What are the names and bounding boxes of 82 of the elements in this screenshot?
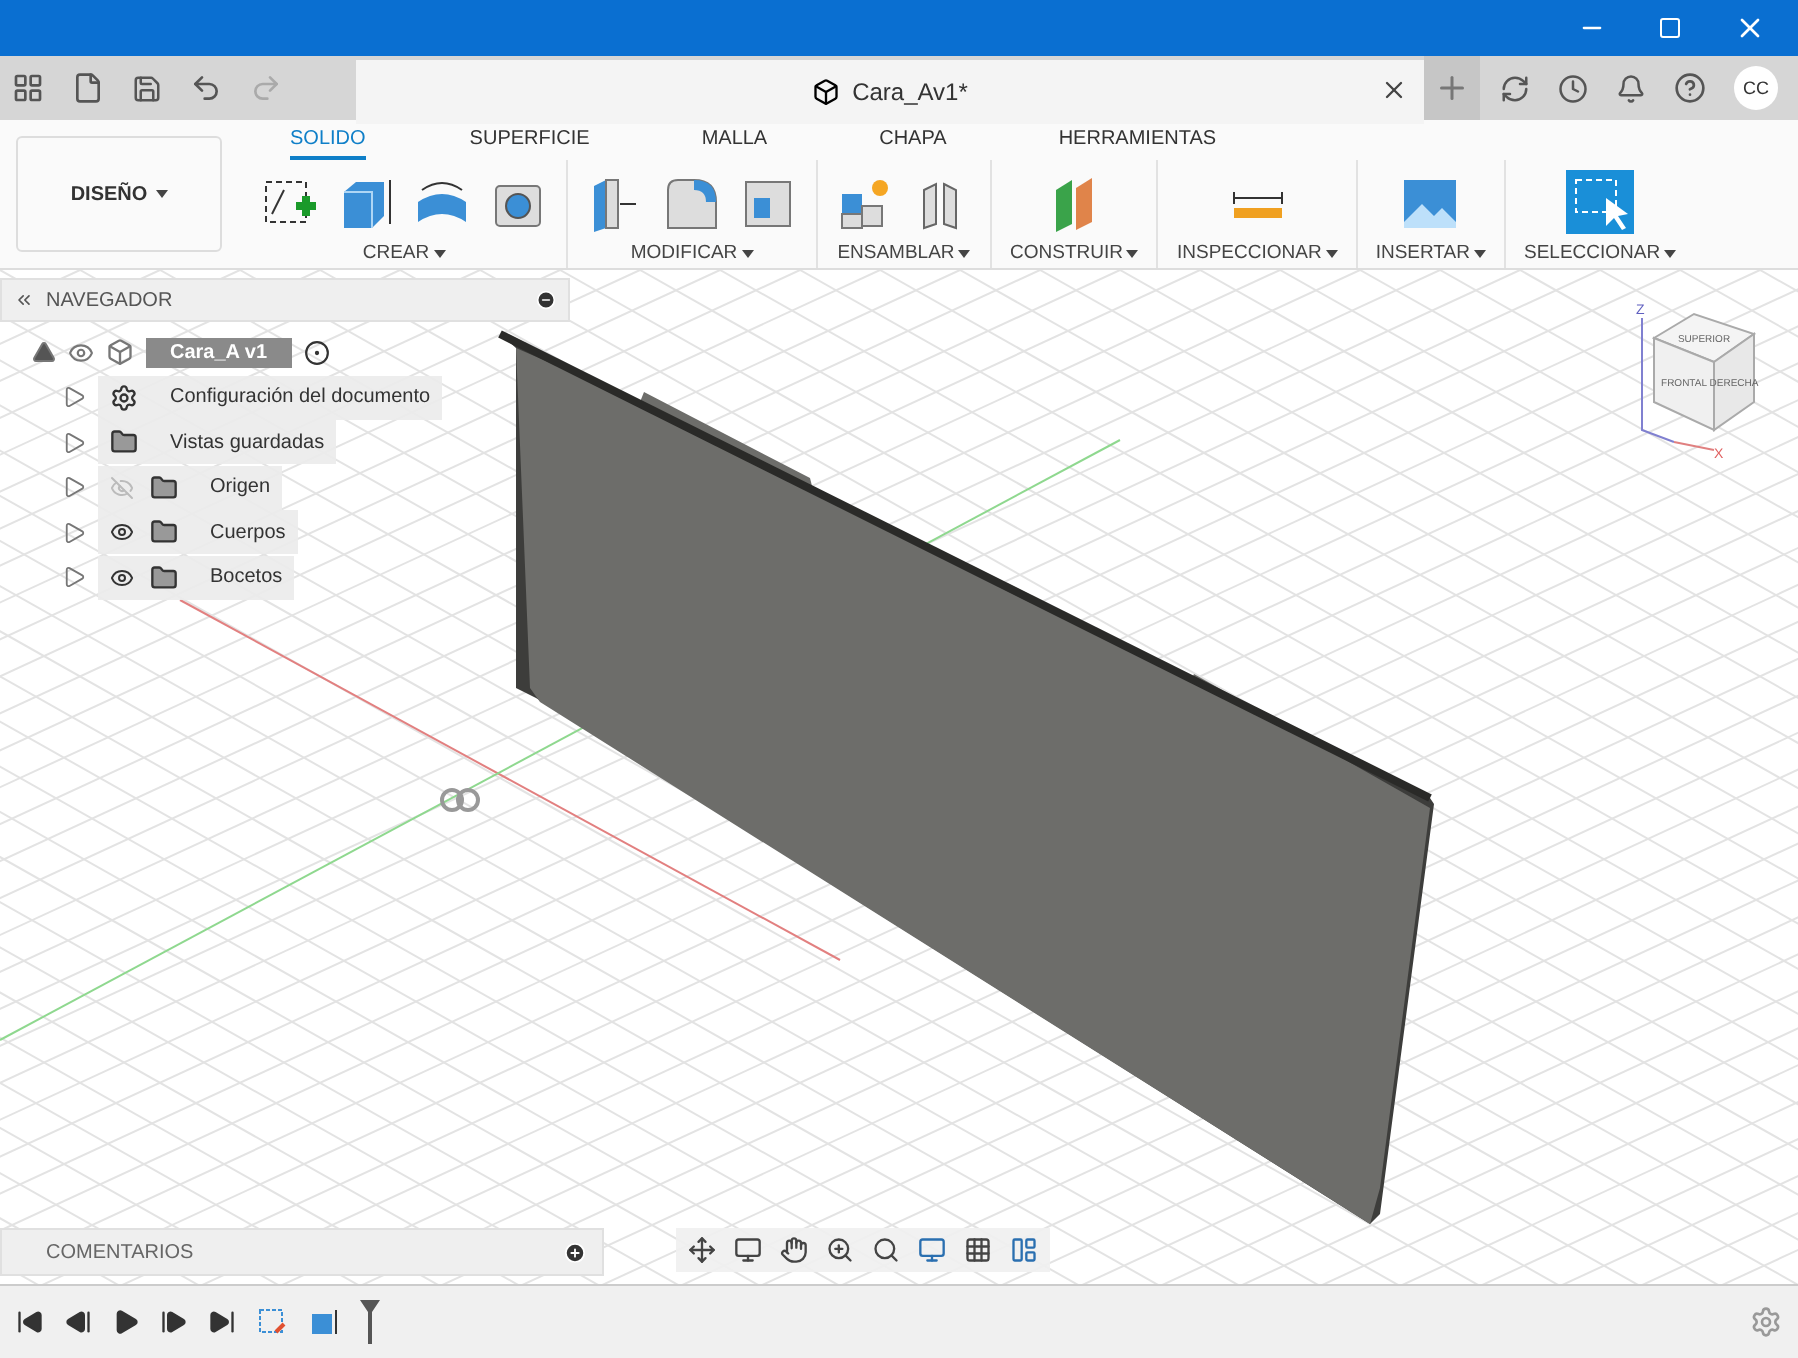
ribbon-tab[interactable]: SOLIDO [290, 128, 366, 160]
navigator-header: NAVEGADOR [0, 278, 570, 322]
minimize-icon[interactable] [536, 290, 556, 310]
pan-icon[interactable] [780, 1236, 808, 1264]
ribbon-tab[interactable]: CHAPA [879, 128, 947, 160]
play-icon[interactable] [112, 1308, 140, 1336]
help-icon[interactable] [1674, 72, 1706, 104]
bell-icon[interactable] [1616, 73, 1646, 103]
expander-icon[interactable] [32, 340, 56, 365]
expander-icon[interactable] [64, 566, 86, 589]
add-icon[interactable] [564, 1241, 586, 1263]
eye-icon[interactable] [110, 520, 134, 545]
expander-icon[interactable] [64, 476, 86, 499]
timeline-marker-icon[interactable] [360, 1300, 380, 1344]
tree-item-label: Cuerpos [210, 521, 286, 544]
tree-item[interactable]: Origen [98, 465, 283, 510]
tree-item-label: Configuración del documento [170, 386, 431, 409]
refresh-icon[interactable] [1500, 73, 1530, 103]
ribbon-tab[interactable]: HERRAMIENTAS [1058, 128, 1217, 160]
tree-item-label: Origen [210, 476, 271, 499]
previous-icon[interactable] [64, 1308, 92, 1336]
expander-icon[interactable] [64, 521, 86, 544]
expander-icon[interactable] [64, 386, 86, 409]
caret-icon [433, 249, 446, 257]
ribbon-tab[interactable]: MALLA [701, 128, 768, 160]
document-tab[interactable]: Cara_Av1* [356, 60, 1424, 124]
tree-item[interactable]: Vistas guardadas [98, 420, 337, 465]
tree-item[interactable]: Bocetos [98, 555, 295, 600]
tool-group-menu[interactable]: MODIFICAR [630, 242, 754, 264]
tool-group-menu[interactable]: CREAR [362, 242, 446, 264]
ribbon-tab[interactable]: SUPERFICIE [469, 128, 590, 160]
cube-icon [812, 78, 841, 106]
collapse-icon[interactable] [14, 290, 34, 310]
comments-panel: COMENTARIOS [0, 1228, 604, 1276]
eye-icon[interactable] [110, 565, 134, 590]
clock-icon[interactable] [1558, 73, 1588, 103]
gear-icon [110, 383, 138, 412]
maximize-icon[interactable] [1658, 16, 1682, 40]
tool-group-menu[interactable]: SELECCIONAR [1523, 242, 1677, 264]
undo-icon[interactable] [190, 72, 222, 104]
caret-icon [1473, 249, 1486, 257]
zoom-icon[interactable] [826, 1236, 854, 1264]
folder-icon [150, 563, 178, 592]
user-avatar[interactable]: CC [1734, 66, 1778, 110]
caret-icon [1325, 249, 1338, 257]
folder-icon [110, 428, 138, 457]
caret-icon [1664, 249, 1677, 257]
apps-grid-icon[interactable] [12, 72, 44, 104]
workspace-dropdown[interactable]: DISEÑO [16, 136, 222, 252]
tool-group-menu[interactable]: INSPECCIONAR [1176, 242, 1338, 264]
save-icon[interactable] [132, 73, 162, 103]
folder-icon [150, 518, 178, 547]
fillet-icon[interactable] [662, 174, 722, 234]
select-icon[interactable] [1566, 170, 1635, 234]
tool-group-menu[interactable]: INSERTAR [1375, 242, 1486, 264]
next-icon[interactable] [160, 1308, 188, 1336]
tree-item-label: Bocetos [210, 566, 283, 589]
origin-icon [440, 788, 480, 812]
expander-icon[interactable] [64, 431, 86, 454]
tool-group-menu[interactable]: ENSAMBLAR [837, 242, 971, 264]
orbit-icon[interactable] [688, 1236, 716, 1264]
activate-icon[interactable] [303, 339, 330, 366]
caret-icon [155, 190, 168, 198]
file-icon[interactable] [72, 72, 104, 104]
tool-group-menu[interactable]: CONSTRUIR [1010, 242, 1139, 264]
plus-icon[interactable] [1434, 70, 1470, 106]
caret-icon [1126, 249, 1139, 257]
tree-item[interactable]: Cuerpos [98, 510, 298, 555]
extrude-icon[interactable] [308, 1306, 340, 1338]
grid-icon[interactable] [964, 1236, 992, 1264]
new-tab-button[interactable] [1424, 56, 1480, 120]
viewports-icon[interactable] [1010, 1236, 1038, 1264]
first-icon[interactable] [16, 1308, 44, 1336]
caret-icon [741, 249, 754, 257]
image-icon[interactable] [1400, 174, 1461, 234]
folder-icon [150, 473, 178, 502]
display-icon[interactable] [918, 1236, 946, 1264]
caret-icon [958, 249, 971, 257]
tree-item-label: Vistas guardadas [170, 431, 325, 454]
close-icon[interactable] [1380, 76, 1408, 104]
last-icon[interactable] [208, 1308, 236, 1336]
tree-item[interactable]: Configuración del documento [98, 375, 443, 420]
